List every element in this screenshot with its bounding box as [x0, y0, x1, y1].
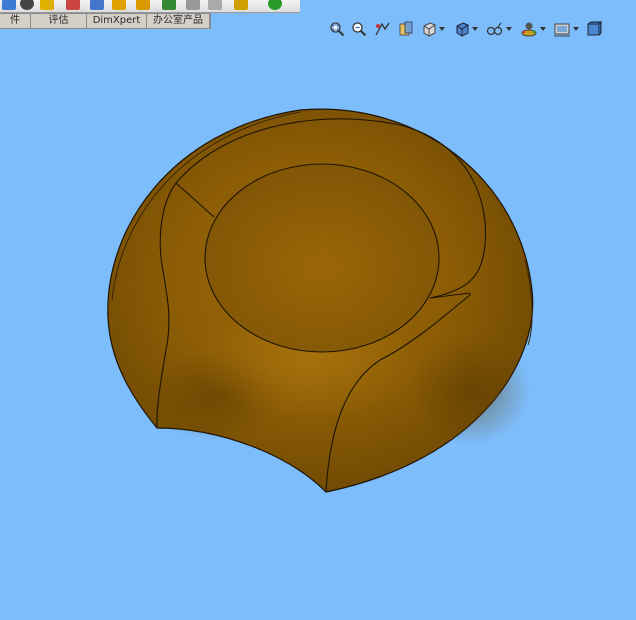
toolbar-icon-1[interactable]	[2, 0, 16, 10]
tab-office-products[interactable]: 办公室产品	[147, 14, 210, 28]
view-settings-icon[interactable]	[586, 18, 602, 40]
toolbar-icon-9[interactable]	[186, 0, 200, 10]
display-style-icon[interactable]	[454, 18, 478, 40]
toolbar-icon-10[interactable]	[208, 0, 222, 10]
toolbar-icon-8[interactable]	[162, 0, 176, 10]
tab-evaluate[interactable]: 评估	[31, 14, 87, 28]
view-orientation-icon[interactable]	[421, 18, 445, 40]
standard-toolbar	[0, 0, 300, 13]
toolbar-icon-5[interactable]	[90, 0, 104, 10]
toolbar-icon-12[interactable]	[268, 0, 282, 10]
section-view-icon[interactable]	[398, 18, 414, 40]
part-model[interactable]	[0, 0, 636, 620]
options-icon[interactable]	[40, 0, 54, 10]
command-manager-tabs: 件 评估 DimXpert 办公室产品	[0, 13, 211, 29]
previous-view-icon[interactable]	[374, 18, 391, 40]
tab-dimxpert[interactable]: DimXpert	[87, 14, 147, 28]
edit-appearance-icon[interactable]	[520, 18, 546, 40]
apply-scene-icon[interactable]	[553, 18, 579, 40]
tab-part[interactable]: 件	[0, 14, 31, 28]
top-face[interactable]	[204, 163, 440, 353]
hide-show-items-icon[interactable]	[486, 18, 512, 40]
toolbar-icon-11[interactable]	[234, 0, 248, 10]
toolbar-icon-4[interactable]	[66, 0, 80, 10]
toolbar-icon-6[interactable]	[112, 0, 126, 10]
toolbar-icon-7[interactable]	[136, 0, 150, 10]
zoom-to-area-icon[interactable]	[351, 18, 367, 40]
zoom-to-fit-icon[interactable]	[329, 18, 345, 40]
rebuild-icon[interactable]	[20, 0, 34, 10]
graphics-area[interactable]: 件 评估 DimXpert 办公室产品	[0, 0, 636, 620]
heads-up-view-toolbar	[326, 18, 616, 40]
